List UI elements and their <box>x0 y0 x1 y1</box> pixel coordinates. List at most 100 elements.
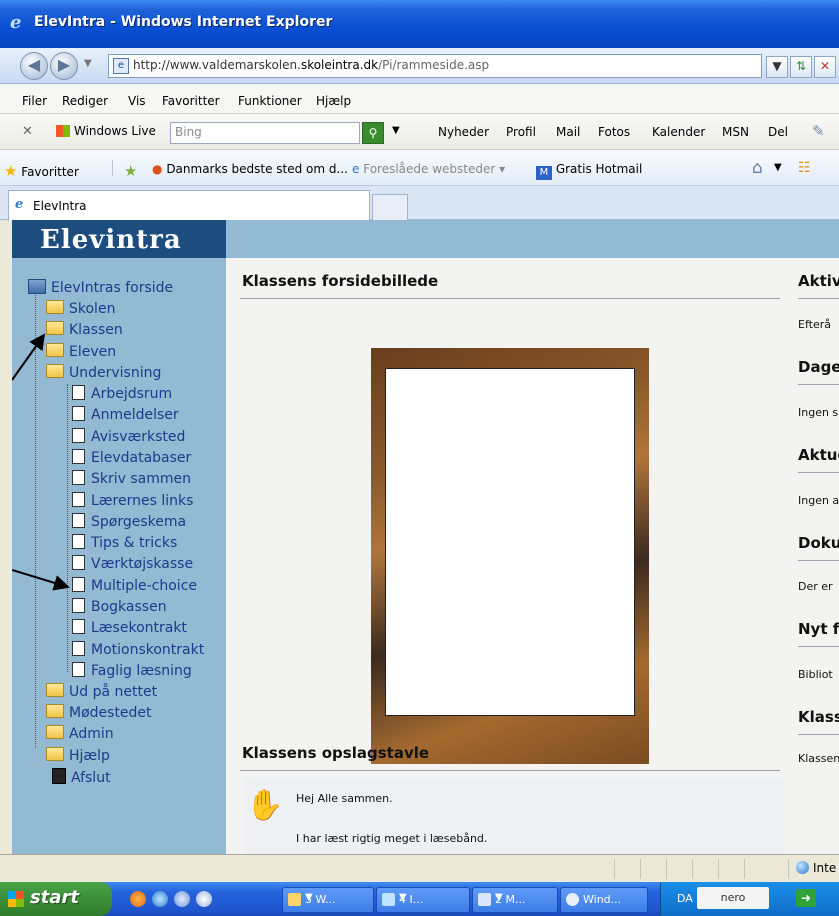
divider <box>788 859 789 879</box>
live-link-del[interactable]: Del <box>768 125 788 139</box>
folder-icon <box>46 725 64 739</box>
security-zone[interactable]: Inte <box>796 861 836 875</box>
divider <box>692 859 693 879</box>
exit-door-icon <box>52 768 66 784</box>
taskbar-task-explorer[interactable]: 3 W... ▼ <box>282 887 374 913</box>
hand-icon: ✋ <box>246 788 284 823</box>
taskbar-task-word[interactable]: 2 M... ▼ <box>472 887 558 913</box>
media-player-icon <box>566 893 579 906</box>
nav-item-faglig-laesning[interactable]: Faglig læsning <box>72 662 192 679</box>
address-url: http://www.valdemarskolen.skoleintra.dk/… <box>133 58 490 72</box>
live-link-profil[interactable]: Profil <box>506 125 536 139</box>
nav-item-skriv-sammen[interactable]: Skriv sammen <box>72 470 191 487</box>
add-to-favorites-icon[interactable]: ★ <box>124 162 137 180</box>
folder-icon <box>46 704 64 718</box>
nav-item-tips-tricks[interactable]: Tips & tricks <box>72 534 177 551</box>
right-section-text: Ingen s <box>798 406 839 419</box>
bing-search-input[interactable]: Bing <box>170 122 360 144</box>
close-toolbar-icon[interactable]: ✕ <box>22 124 33 139</box>
arrow-icon[interactable]: ➜ <box>796 889 816 907</box>
document-icon <box>72 385 85 400</box>
right-section-title: Aktue <box>798 446 839 464</box>
nav-item-vaerktoejskasse[interactable]: Værktøjskasse <box>72 555 193 572</box>
back-button[interactable]: ◀ <box>20 52 48 80</box>
outlook-icon[interactable] <box>174 891 190 907</box>
right-section-text: Bibliot <box>798 668 833 681</box>
nero-search[interactable]: nero <box>697 887 769 909</box>
windows-live-icon <box>56 125 70 137</box>
live-link-nyheder[interactable]: Nyheder <box>438 125 489 139</box>
nav-folder-admin[interactable]: Admin <box>46 725 114 742</box>
menu-funktioner[interactable]: Funktioner <box>238 94 302 108</box>
nav-item-bogkassen[interactable]: Bogkassen <box>72 598 167 615</box>
page-icon: e <box>113 58 129 74</box>
menu-filer[interactable]: Filer <box>22 94 47 108</box>
document-icon <box>72 406 85 421</box>
document-icon <box>72 534 85 549</box>
stop-button[interactable]: ✕ <box>814 56 836 78</box>
ie-icon <box>382 893 395 906</box>
nav-item-anmeldelser[interactable]: Anmeldelser <box>72 406 179 423</box>
fav-link-hotmail[interactable]: M Gratis Hotmail <box>536 162 642 180</box>
start-button[interactable]: start <box>0 882 112 916</box>
window-title: ElevIntra - Windows Internet Explorer <box>34 14 333 30</box>
nav-item-spoergeskema[interactable]: Spørgeskema <box>72 513 186 530</box>
search-options-dropdown-icon[interactable]: ▼ <box>392 125 400 136</box>
live-link-mail[interactable]: Mail <box>556 125 580 139</box>
nav-folder-moedestedet[interactable]: Mødestedet <box>46 704 152 721</box>
right-section-title: Nyt f <box>798 620 839 638</box>
rss-icon[interactable]: ☷ <box>798 160 811 176</box>
refresh-button[interactable]: ⇅ <box>790 56 812 78</box>
menu-hjaelp[interactable]: Hjælp <box>316 94 351 108</box>
nav-folder-hjaelp[interactable]: Hjælp <box>46 747 110 764</box>
live-link-msn[interactable]: MSN <box>722 125 749 139</box>
word-icon <box>478 893 491 906</box>
home-icon[interactable]: ⌂ <box>752 158 763 178</box>
nav-item-multiple-choice[interactable]: Multiple-choice <box>72 577 197 594</box>
nav-item-elevdatabaser[interactable]: Elevdatabaser <box>72 449 191 466</box>
live-link-kalender[interactable]: Kalender <box>652 125 705 139</box>
right-section-title: Dage <box>798 358 839 376</box>
media-icon[interactable] <box>196 891 212 907</box>
nav-folder-ud-paa-nettet[interactable]: Ud på nettet <box>46 683 157 700</box>
document-icon <box>72 449 85 464</box>
windows-live-toolbar: ✕ Windows Live Bing ⚲ ▼ Nyheder Profil M… <box>0 114 839 150</box>
menu-bar: Filer Rediger Vis Favoritter Funktioner … <box>0 84 839 114</box>
history-dropdown-icon[interactable]: ▼ <box>84 58 92 69</box>
nav-item-motionskontrakt[interactable]: Motionskontrakt <box>72 641 204 658</box>
page-viewport: Elevintra ElevIntras forside Skolen Klas… <box>12 220 839 854</box>
taskbar-task-ie[interactable]: 4 I... ▼ <box>376 887 470 913</box>
nav-item-laerernes-links[interactable]: Lærernes links <box>72 492 193 509</box>
ie-quicklaunch-icon[interactable] <box>152 891 168 907</box>
nav-exit[interactable]: Afslut <box>52 768 111 786</box>
firefox-icon[interactable] <box>130 891 146 907</box>
address-field[interactable]: e http://www.valdemarskolen.skoleintra.d… <box>108 54 762 78</box>
address-dropdown-button[interactable]: ▼ <box>766 56 788 78</box>
search-go-button[interactable]: ⚲ <box>362 122 384 144</box>
new-tab-button[interactable] <box>372 194 408 221</box>
fav-link-suggested[interactable]: e Foreslåede websteder ▾ <box>352 162 505 176</box>
globe-icon <box>796 861 809 874</box>
live-link-fotos[interactable]: Fotos <box>598 125 630 139</box>
taskbar-task-windows[interactable]: Wind... <box>560 887 648 913</box>
ie-icon: e <box>10 12 22 33</box>
favorites-bar: ★ Favoritter ★ ● Danmarks bedste sted om… <box>0 150 839 186</box>
forward-button[interactable]: ▶ <box>50 52 78 80</box>
nav-item-avisvaerksted[interactable]: Avisværksted <box>72 428 185 445</box>
nav-item-laesekontrakt[interactable]: Læsekontrakt <box>72 619 187 636</box>
favorites-button[interactable]: ★ Favoritter <box>4 162 79 180</box>
home-dropdown-icon[interactable]: ▼ <box>774 162 782 173</box>
menu-vis[interactable]: Vis <box>128 94 146 108</box>
tab-row: e ElevIntra <box>0 186 839 221</box>
language-indicator[interactable]: DA <box>677 892 693 905</box>
tab-elevintra[interactable]: e ElevIntra <box>8 190 370 221</box>
menu-rediger[interactable]: Rediger <box>62 94 108 108</box>
board-post-line: Hej Alle sammen. <box>296 792 393 805</box>
menu-favoritter[interactable]: Favoritter <box>162 94 220 108</box>
nav-item-arbejdsrum[interactable]: Arbejdsrum <box>72 385 172 402</box>
windows-logo-icon <box>8 891 24 907</box>
share-icon[interactable]: ✎ <box>812 122 825 140</box>
fav-link-danmarks[interactable]: ● Danmarks bedste sted om d... <box>152 162 348 176</box>
folder-icon <box>46 747 64 761</box>
windows-live-brand[interactable]: Windows Live <box>56 124 156 138</box>
